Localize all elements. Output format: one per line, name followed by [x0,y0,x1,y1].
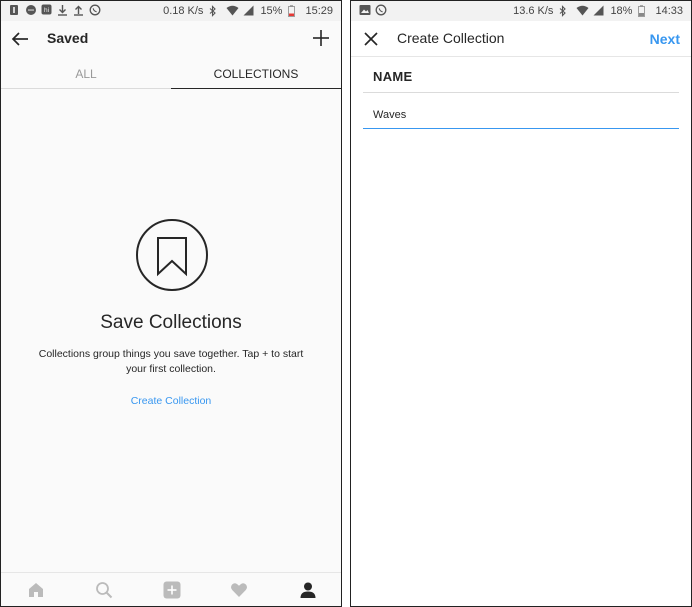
whatsapp-icon [375,4,387,16]
wifi-icon [576,5,589,17]
bottom-nav [1,572,341,606]
bluetooth-icon [209,5,220,17]
saved-tabs: ALL COLLECTIONS [1,59,341,89]
page-title: Create Collection [397,30,505,46]
bookmark-circle-icon [135,218,209,292]
notification-icons [359,4,387,16]
network-speed: 13.6 K/s [513,5,554,17]
clock: 14:33 [655,5,683,17]
message-icon [25,4,36,16]
battery-low-icon [288,5,299,17]
page-title: Saved [47,30,89,46]
image-icon [359,4,371,16]
signal-icon [593,5,604,17]
battery-percent: 15% [260,5,283,17]
add-collection-plus-icon[interactable] [311,28,331,48]
empty-state-title: Save Collections [100,312,242,333]
close-icon[interactable] [361,29,381,49]
notification-icons: hi [9,4,101,16]
network-speed: 0.18 K/s [163,5,204,17]
collection-name-input[interactable] [363,101,679,129]
home-icon[interactable] [27,581,45,599]
battery-icon [638,5,649,17]
upload-icon [73,4,84,16]
clock: 15:29 [305,5,333,17]
name-label: NAME [373,69,413,84]
create-collection-screen: 13.6 K/s 18% 14:33 Create Collection Nex… [350,0,692,607]
next-button[interactable]: Next [650,31,680,47]
top-bar: Saved [1,21,341,57]
wifi-icon [226,5,239,17]
top-bar: Create Collection Next [351,21,691,57]
bluetooth-icon [559,5,570,17]
saved-screen: hi 0.18 K/s 15% 15:29 Saved ALL COLLECTI… [0,0,342,607]
add-post-icon[interactable] [163,581,181,599]
heart-icon[interactable] [230,581,248,599]
battery-percent: 18% [610,5,633,17]
profile-icon[interactable] [299,581,317,599]
back-arrow-icon[interactable] [11,29,31,49]
whatsapp-icon [89,4,101,16]
system-status: 13.6 K/s 18% 14:33 [513,5,683,17]
svg-text:hi: hi [44,7,49,14]
status-bar: 13.6 K/s 18% 14:33 [351,1,691,21]
tab-collections[interactable]: COLLECTIONS [171,59,341,89]
divider [363,92,679,93]
notification-icon [9,4,20,16]
signal-icon [243,5,254,17]
hike-icon: hi [41,4,52,16]
create-collection-link[interactable]: Create Collection [1,395,341,407]
system-status: 0.18 K/s 15% 15:29 [163,5,333,17]
status-bar: hi 0.18 K/s 15% 15:29 [1,1,341,21]
download-icon [57,4,68,16]
search-icon[interactable] [95,581,113,599]
tab-all[interactable]: ALL [1,59,171,89]
empty-state-description: Collections group things you save togeth… [38,348,304,375]
